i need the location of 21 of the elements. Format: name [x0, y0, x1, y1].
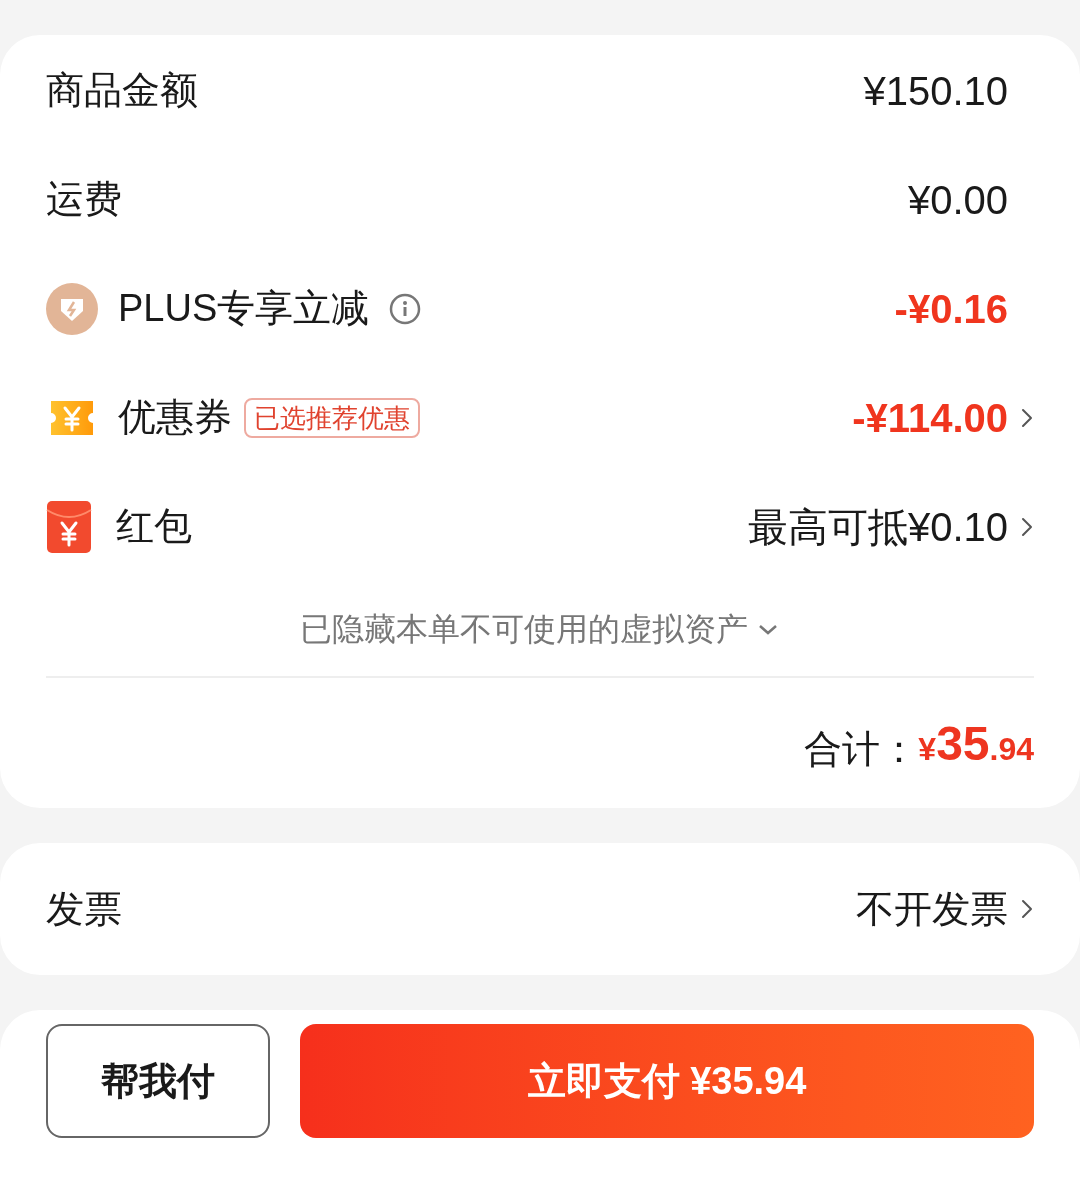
row-amount: ¥0.00 — [907, 176, 1008, 224]
invoice-label: 发票 — [46, 886, 122, 932]
row-amount: 最高可抵¥0.10 — [747, 503, 1008, 551]
row-label: PLUS专享立减 — [118, 286, 370, 331]
row-label: 运费 — [46, 177, 122, 222]
invoice-value: 不开发票 — [856, 886, 1008, 932]
row-label: 商品金额 — [46, 68, 198, 113]
total-amount: ¥35.94 — [918, 716, 1034, 772]
row-amount: ¥150.10 — [863, 67, 1008, 115]
recommended-badge: 已选推荐优惠 — [244, 397, 420, 438]
envelope-icon — [46, 499, 92, 554]
chevron-right-icon — [1020, 897, 1034, 921]
total-label: 合计： — [804, 727, 919, 772]
row-label: 优惠券 — [118, 395, 232, 440]
hidden-assets-toggle[interactable]: 已隐藏本单不可使用的虚拟资产 — [46, 581, 1034, 676]
shield-bolt-icon — [46, 282, 98, 335]
row-amount: -¥114.00 — [852, 394, 1008, 442]
row-amount: -¥0.16 — [894, 285, 1008, 333]
invoice-card[interactable]: 发票 不开发票 — [0, 843, 1080, 975]
pay-for-me-button[interactable]: 帮我付 — [46, 1024, 270, 1138]
row-label: 红包 — [116, 504, 192, 549]
